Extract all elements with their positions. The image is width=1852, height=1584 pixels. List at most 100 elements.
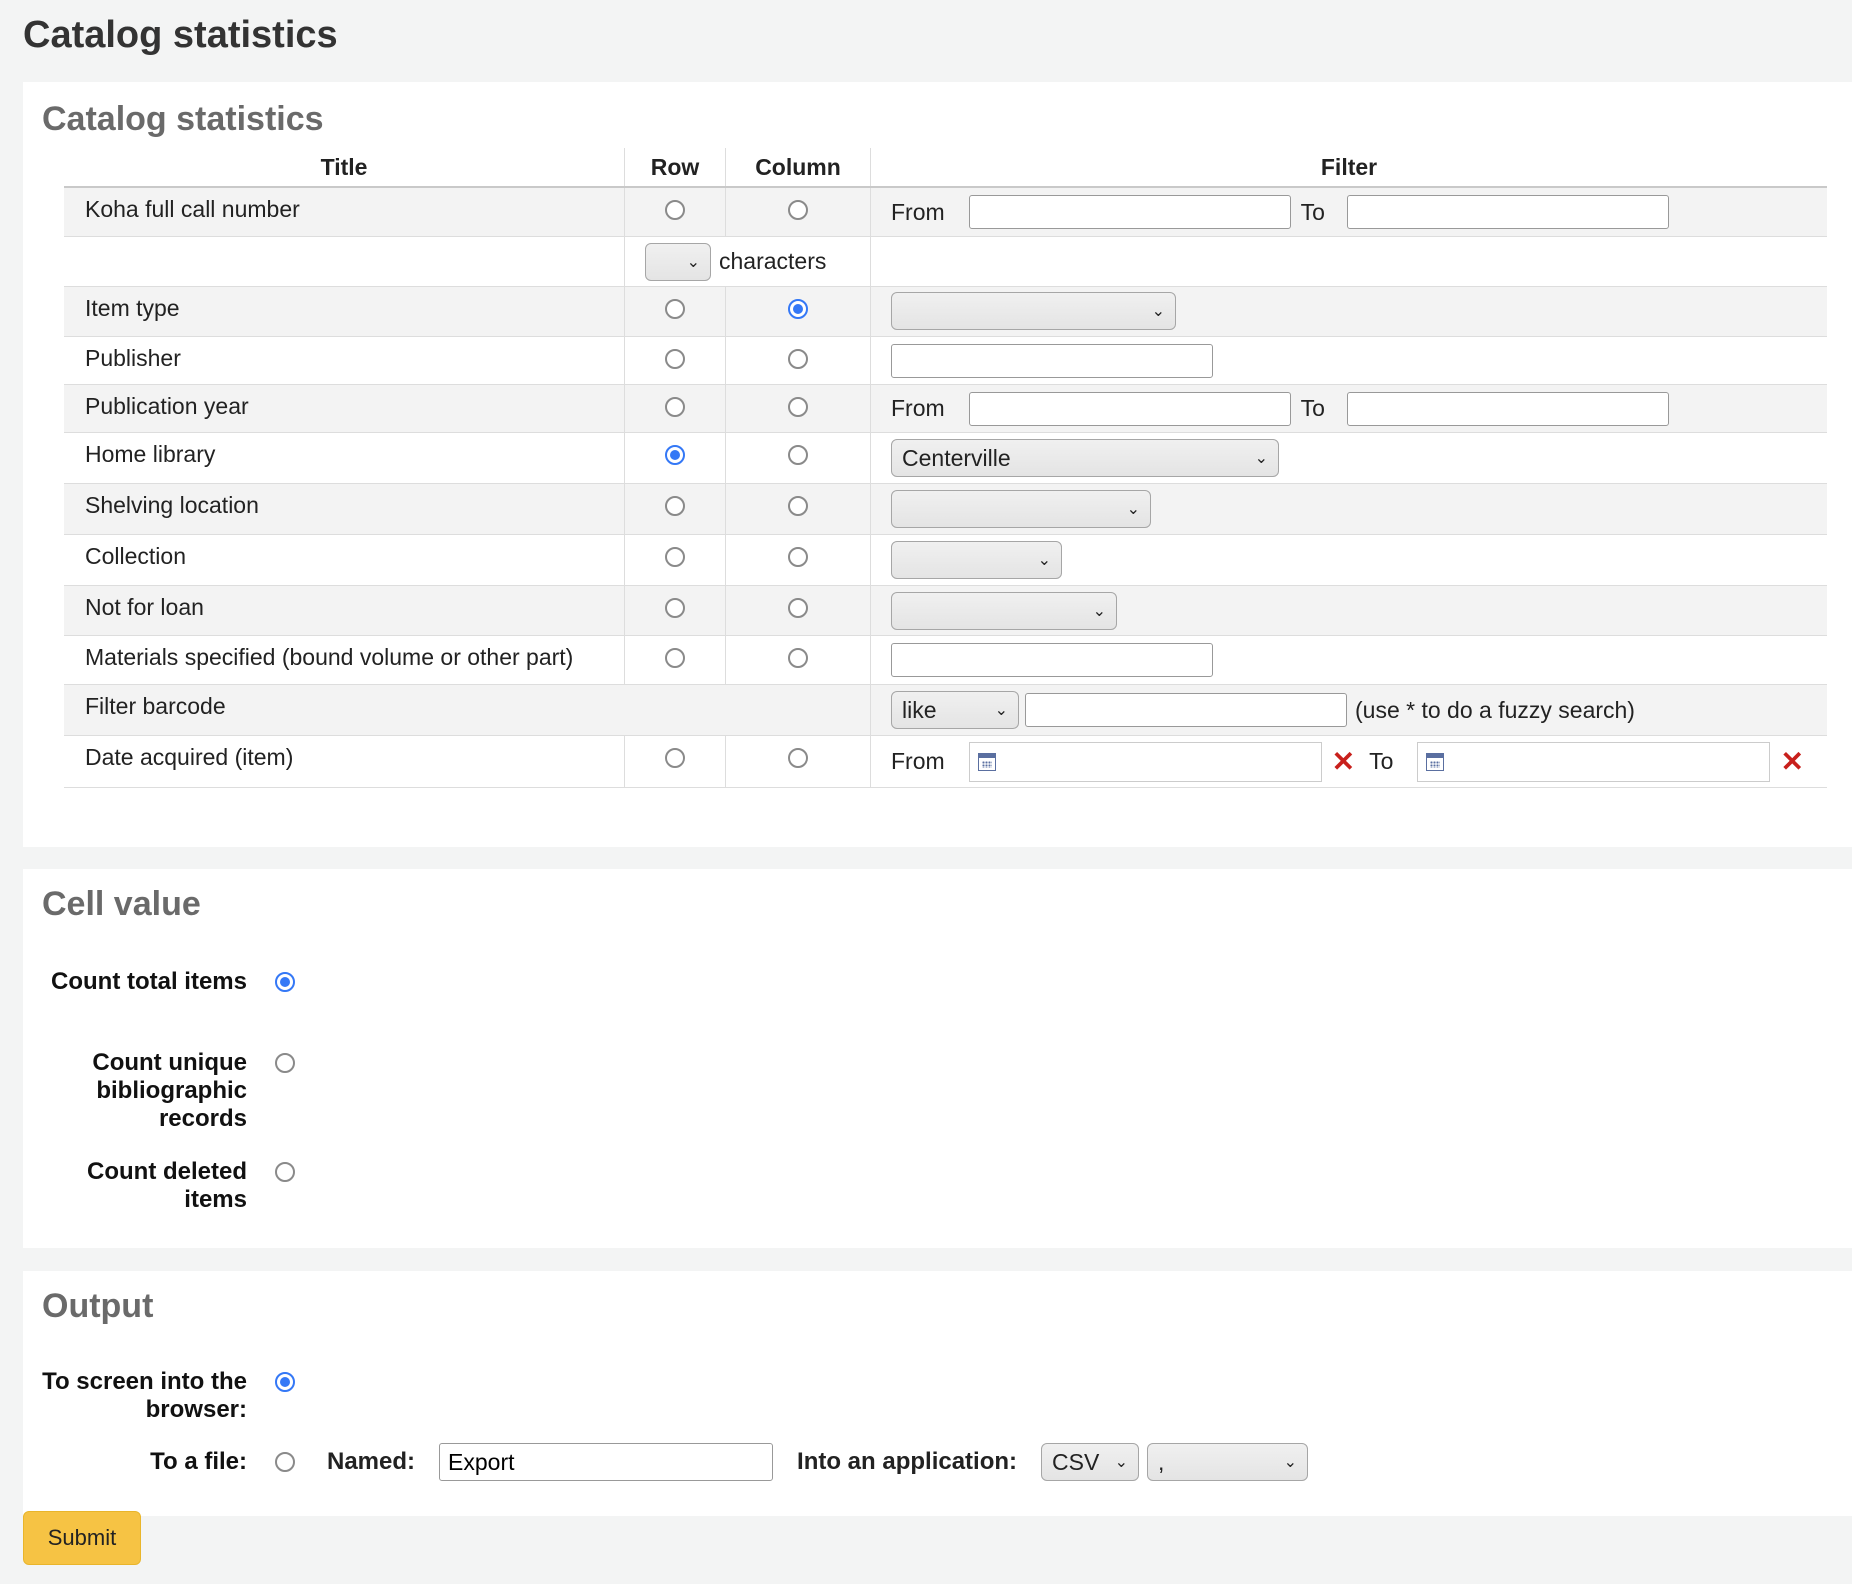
option-label: Count deleted items — [87, 1158, 247, 1213]
option-label: Count unique bibliographic records — [92, 1049, 247, 1132]
cell-value-option: Count unique bibliographic records — [23, 1049, 295, 1133]
format-select[interactable]: CSV ⌄ — [1041, 1443, 1140, 1481]
row-radio[interactable] — [665, 200, 685, 220]
materials-specified-input[interactable] — [891, 643, 1213, 677]
page-title: Catalog statistics — [23, 14, 338, 56]
column-radio[interactable] — [788, 349, 808, 369]
to-label: To — [1369, 748, 1394, 774]
column-header-title: Title — [64, 148, 625, 188]
row-radio[interactable] — [665, 299, 685, 319]
row-title: Koha full call number — [85, 196, 300, 222]
column-radio[interactable] — [788, 445, 808, 465]
row-title: Collection — [85, 543, 186, 569]
row-title: Publication year — [85, 393, 249, 419]
call-number-from-input[interactable] — [968, 195, 1291, 229]
to-file-label: To a file: — [150, 1448, 247, 1475]
row-radio[interactable] — [665, 648, 685, 668]
column-header-filter: Filter — [870, 148, 1827, 188]
column-radio[interactable] — [788, 547, 808, 567]
to-screen-label: To screen into the browser: — [42, 1368, 247, 1423]
from-label: From — [891, 395, 945, 421]
option-label: Count total items — [51, 968, 247, 995]
row-radio[interactable] — [665, 547, 685, 567]
named-label: Named: — [327, 1448, 416, 1475]
item-type-select[interactable]: ⌄ — [891, 292, 1176, 330]
count-unique-radio[interactable] — [275, 1053, 295, 1073]
not-for-loan-select[interactable]: ⌄ — [891, 591, 1117, 630]
chevron-down-icon: ⌄ — [1114, 1454, 1129, 1471]
table-row: Date acquired (item) From ✕ To ✕ — [64, 735, 1827, 788]
call-number-to-input[interactable] — [1346, 195, 1669, 229]
column-radio[interactable] — [788, 648, 808, 668]
date-to-input[interactable] — [1417, 741, 1771, 782]
column-radio[interactable] — [788, 299, 808, 319]
barcode-input[interactable] — [1025, 693, 1347, 727]
clear-date-icon[interactable]: ✕ — [1332, 747, 1355, 776]
date-from-input[interactable] — [968, 741, 1322, 782]
column-radio[interactable] — [788, 397, 808, 417]
column-header-column: Column — [725, 148, 871, 188]
table-row: Collection ⌄ — [64, 534, 1827, 586]
row-title: Materials specified (bound volume or oth… — [85, 644, 574, 670]
table-row: Not for loan ⌄ — [64, 585, 1827, 636]
to-screen-radio[interactable] — [275, 1372, 295, 1392]
home-library-select[interactable]: Centerville ⌄ — [891, 439, 1279, 477]
publication-year-to-input[interactable] — [1346, 391, 1669, 426]
output-option-file: To a file: Named: Into an application: C… — [23, 1443, 1309, 1481]
collection-select[interactable]: ⌄ — [891, 541, 1062, 579]
column-radio[interactable] — [788, 496, 808, 516]
column-radio[interactable] — [788, 200, 808, 220]
chevron-down-icon: ⌄ — [686, 253, 700, 271]
filename-input[interactable] — [439, 1443, 774, 1481]
row-title: Shelving location — [85, 492, 259, 518]
publication-year-from-input[interactable] — [968, 391, 1291, 426]
output-panel: Output To screen into the browser: To a … — [23, 1271, 1852, 1516]
row-radio[interactable] — [665, 496, 685, 516]
row-title: Item type — [85, 295, 180, 321]
calendar-icon[interactable] — [1426, 752, 1445, 771]
row-title: Home library — [85, 441, 216, 467]
submit-button[interactable]: Submit — [23, 1511, 141, 1565]
section-heading: Output — [42, 1287, 154, 1325]
chevron-down-icon: ⌄ — [1037, 552, 1051, 569]
row-radio[interactable] — [665, 598, 685, 618]
shelving-location-select[interactable]: ⌄ — [891, 490, 1151, 528]
to-label: To — [1300, 395, 1325, 421]
statistics-table: Title Row Column Filter Koha full call n… — [64, 148, 1827, 788]
table-row: Publication year From To — [64, 384, 1827, 433]
row-title: Filter barcode — [85, 693, 226, 719]
to-file-radio[interactable] — [275, 1452, 295, 1472]
output-option-screen: To screen into the browser: — [23, 1368, 295, 1424]
barcode-operator-select[interactable]: like ⌄ — [891, 691, 1019, 729]
chevron-down-icon: ⌄ — [1126, 501, 1140, 518]
characters-select[interactable]: ⌄ — [645, 242, 711, 281]
barcode-hint: (use * to do a fuzzy search) — [1355, 696, 1635, 723]
row-title: Date acquired (item) — [85, 744, 294, 770]
count-total-radio[interactable] — [275, 972, 295, 992]
application-label: Into an application: — [797, 1448, 1018, 1475]
chevron-down-icon: ⌄ — [1092, 602, 1106, 620]
from-label: From — [891, 198, 945, 225]
table-row: Item type ⌄ — [64, 286, 1827, 337]
table-row: Koha full call number From To — [64, 187, 1827, 237]
chevron-down-icon: ⌄ — [1151, 303, 1165, 320]
count-deleted-radio[interactable] — [275, 1162, 295, 1182]
characters-label: characters — [719, 248, 827, 274]
section-heading: Catalog statistics — [42, 100, 324, 138]
row-radio[interactable] — [665, 349, 685, 369]
separator-select[interactable]: , ⌄ — [1147, 1443, 1309, 1481]
from-label: From — [891, 748, 945, 774]
cell-value-panel: Cell value Count total items Count uniqu… — [23, 869, 1852, 1248]
clear-date-icon[interactable]: ✕ — [1780, 747, 1803, 776]
row-radio[interactable] — [665, 445, 685, 465]
column-radio[interactable] — [788, 598, 808, 618]
row-title: Not for loan — [85, 594, 204, 620]
column-radio[interactable] — [788, 748, 808, 768]
cell-value-option: Count deleted items — [23, 1158, 295, 1214]
chevron-down-icon: ⌄ — [1283, 1454, 1298, 1471]
publisher-input[interactable] — [891, 343, 1213, 378]
row-title: Publisher — [85, 345, 181, 371]
calendar-icon[interactable] — [977, 752, 996, 771]
row-radio[interactable] — [665, 397, 685, 417]
row-radio[interactable] — [665, 748, 685, 768]
